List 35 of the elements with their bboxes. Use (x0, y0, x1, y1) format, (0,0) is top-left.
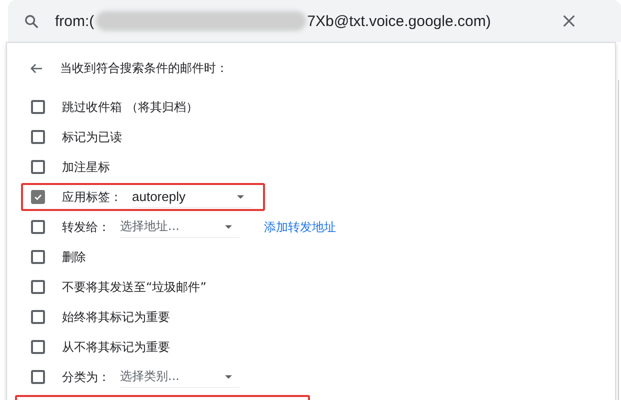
checkbox[interactable] (31, 340, 45, 354)
search-icon[interactable] (24, 14, 39, 28)
option-label: 始终将其标记为重要 (62, 308, 170, 326)
caret-icon (225, 374, 232, 378)
checkbox[interactable] (31, 190, 45, 204)
option-label: 跳过收件箱 （将其归档） (62, 98, 198, 116)
option-label: 不要将其发送至“垃圾邮件” (62, 278, 206, 296)
checkbox[interactable] (31, 160, 45, 174)
checkbox[interactable] (31, 310, 45, 324)
dropdown[interactable]: 选择地址... (120, 216, 240, 238)
checkbox[interactable] (31, 130, 45, 144)
option-label: 转发给： (62, 218, 110, 236)
query-text: from:( (55, 12, 94, 30)
close-icon[interactable] (563, 15, 575, 27)
checkbox[interactable] (31, 250, 45, 264)
option-label: 删除 (62, 248, 86, 266)
option-label: 标记为已读 (62, 128, 122, 146)
caret-icon (237, 194, 244, 198)
option-label: 应用标签： (62, 188, 122, 206)
option-label: 从不将其标记为重要 (62, 338, 170, 356)
panel-heading: 当收到符合搜索条件的邮件时： (60, 60, 228, 76)
dropdown[interactable]: autoreply (132, 186, 252, 208)
caret-icon (225, 224, 232, 228)
dropdown[interactable]: 选择类别... (120, 366, 240, 388)
checkbox[interactable] (31, 100, 45, 114)
search-bar[interactable]: from:( 7Xb@txt.voice.google.com) (8, 0, 621, 42)
checkbox[interactable] (31, 220, 45, 234)
add-forwarding-link[interactable]: 添加转发地址 (264, 218, 336, 236)
option-label: 分类为： (62, 368, 110, 386)
option-label: 加注星标 (62, 158, 110, 176)
back-arrow-icon[interactable] (30, 62, 43, 74)
check-icon (33, 192, 43, 202)
query-text: 7Xb@txt.voice.google.com) (307, 12, 491, 30)
checkbox[interactable] (31, 280, 45, 294)
checkbox[interactable] (31, 370, 45, 384)
